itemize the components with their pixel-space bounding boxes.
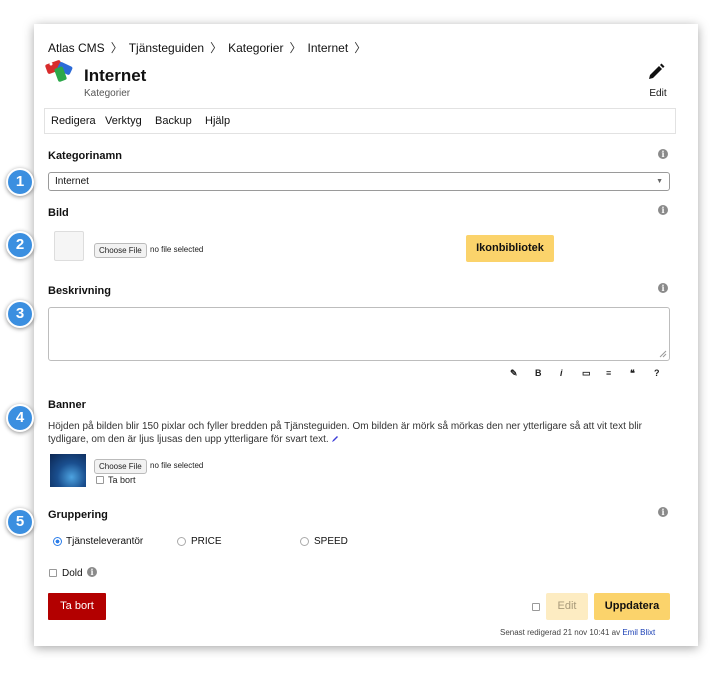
breadcrumb: Atlas CMS 〉 Tjänsteguiden 〉 Kategorier 〉 Inter… bbox=[48, 39, 372, 56]
image-choose-file-button[interactable]: Choose File bbox=[94, 243, 147, 258]
tags-logo-icon bbox=[45, 60, 73, 82]
banner-remove-checkbox[interactable] bbox=[96, 476, 104, 484]
help-icon[interactable]: ? bbox=[654, 368, 660, 378]
info-icon[interactable]: i bbox=[658, 283, 668, 293]
list-icon[interactable]: ≡ bbox=[606, 368, 611, 378]
delete-button[interactable]: Ta bort bbox=[48, 593, 106, 620]
menu-item-backup[interactable]: Backup bbox=[155, 115, 192, 127]
last-edited-footer: Senast redigerad 21 nov 10:41 av Emil Bl… bbox=[500, 628, 655, 637]
breadcrumb-chevron-icon: 〉 bbox=[110, 41, 123, 55]
banner-choose-file-button[interactable]: Choose File bbox=[94, 459, 147, 474]
radio-label-price: PRICE bbox=[191, 536, 222, 547]
page-title: Internet bbox=[84, 66, 147, 85]
edit-panel: Atlas CMS 〉 Tjänsteguiden 〉 Kategorier 〉 Inter… bbox=[34, 24, 698, 646]
quote-icon[interactable]: ❝ bbox=[630, 368, 635, 379]
menu-item-verktyg[interactable]: Verktyg bbox=[105, 115, 142, 127]
menu-item-hjalp[interactable]: Hjälp bbox=[205, 115, 230, 127]
update-button[interactable]: Uppdatera bbox=[594, 593, 670, 620]
image-icon[interactable]: ▭ bbox=[582, 368, 591, 379]
breadcrumb-chevron-icon: 〉 bbox=[210, 41, 223, 55]
step-marker-2: 2 bbox=[6, 231, 34, 259]
category-label: Kategorinamn bbox=[48, 150, 122, 162]
breadcrumb-item[interactable]: Atlas CMS bbox=[48, 41, 105, 55]
breadcrumb-item[interactable]: Internet bbox=[308, 41, 349, 55]
info-icon[interactable]: i bbox=[87, 567, 97, 577]
step-marker-3: 3 bbox=[6, 300, 34, 328]
bold-icon[interactable]: B bbox=[535, 368, 542, 378]
breadcrumb-item[interactable]: Tjänsteguiden bbox=[129, 41, 204, 55]
banner-no-file-text: no file selected bbox=[150, 461, 204, 470]
banner-remove-label: Ta bort bbox=[108, 475, 136, 485]
editor-user-link[interactable]: Emil Blixt bbox=[622, 628, 655, 637]
menu-bar: Redigera Verktyg Backup Hjälp bbox=[44, 108, 676, 134]
pencil-icon[interactable] bbox=[331, 435, 339, 443]
banner-help: Höjden på bilden blir 150 pixlar och fyl… bbox=[48, 421, 643, 445]
edit-button[interactable]: Edit bbox=[546, 593, 588, 620]
category-select-value: Internet bbox=[55, 176, 89, 187]
info-icon[interactable]: i bbox=[658, 507, 668, 517]
last-edited-text: Senast redigerad 21 nov 10:41 av bbox=[500, 628, 621, 637]
description-textarea[interactable] bbox=[48, 307, 670, 361]
hidden-label: Dold bbox=[62, 568, 83, 579]
step-marker-5: 5 bbox=[6, 508, 34, 536]
edit-label[interactable]: Edit bbox=[644, 88, 672, 99]
info-icon[interactable]: i bbox=[658, 205, 668, 215]
radio-price[interactable] bbox=[177, 537, 186, 546]
image-preview bbox=[54, 231, 84, 261]
breadcrumb-chevron-icon: 〉 bbox=[289, 41, 302, 55]
breadcrumb-item[interactable]: Kategorier bbox=[228, 41, 283, 55]
step-marker-4: 4 bbox=[6, 404, 34, 432]
image-no-file-text: no file selected bbox=[150, 245, 204, 254]
category-select[interactable]: Internet ▼ bbox=[48, 172, 670, 191]
description-label: Beskrivning bbox=[48, 285, 111, 297]
page-subtitle: Kategorier bbox=[84, 88, 131, 99]
chevron-down-icon: ▼ bbox=[656, 178, 663, 185]
radio-label-speed: SPEED bbox=[314, 536, 348, 547]
image-label: Bild bbox=[48, 207, 69, 219]
pencil-icon[interactable] bbox=[646, 62, 666, 82]
resize-handle-icon[interactable] bbox=[659, 350, 667, 358]
banner-thumbnail bbox=[50, 454, 86, 487]
step-marker-1: 1 bbox=[6, 168, 34, 196]
italic-icon[interactable]: i bbox=[560, 368, 563, 378]
grouping-label: Gruppering bbox=[48, 509, 108, 521]
radio-tjansteleverantor[interactable] bbox=[53, 537, 62, 546]
radio-label-tjansteleverantor: Tjänsteleverantör bbox=[66, 536, 144, 547]
info-icon[interactable]: i bbox=[658, 149, 668, 159]
banner-help-text: Höjden på bilden blir 150 pixlar och fyl… bbox=[48, 420, 678, 446]
link-icon[interactable]: ✎ bbox=[510, 368, 518, 379]
radio-speed[interactable] bbox=[300, 537, 309, 546]
banner-label: Banner bbox=[48, 399, 86, 411]
menu-item-redigera[interactable]: Redigera bbox=[51, 115, 96, 127]
icon-library-button[interactable]: Ikonbibliotek bbox=[466, 235, 554, 262]
breadcrumb-chevron-icon: 〉 bbox=[354, 41, 367, 55]
editor-toolbar: ✎ B i ▭ ≡ ❝ ? bbox=[504, 368, 674, 380]
action-checkbox[interactable] bbox=[532, 603, 540, 611]
hidden-checkbox[interactable] bbox=[49, 569, 57, 577]
